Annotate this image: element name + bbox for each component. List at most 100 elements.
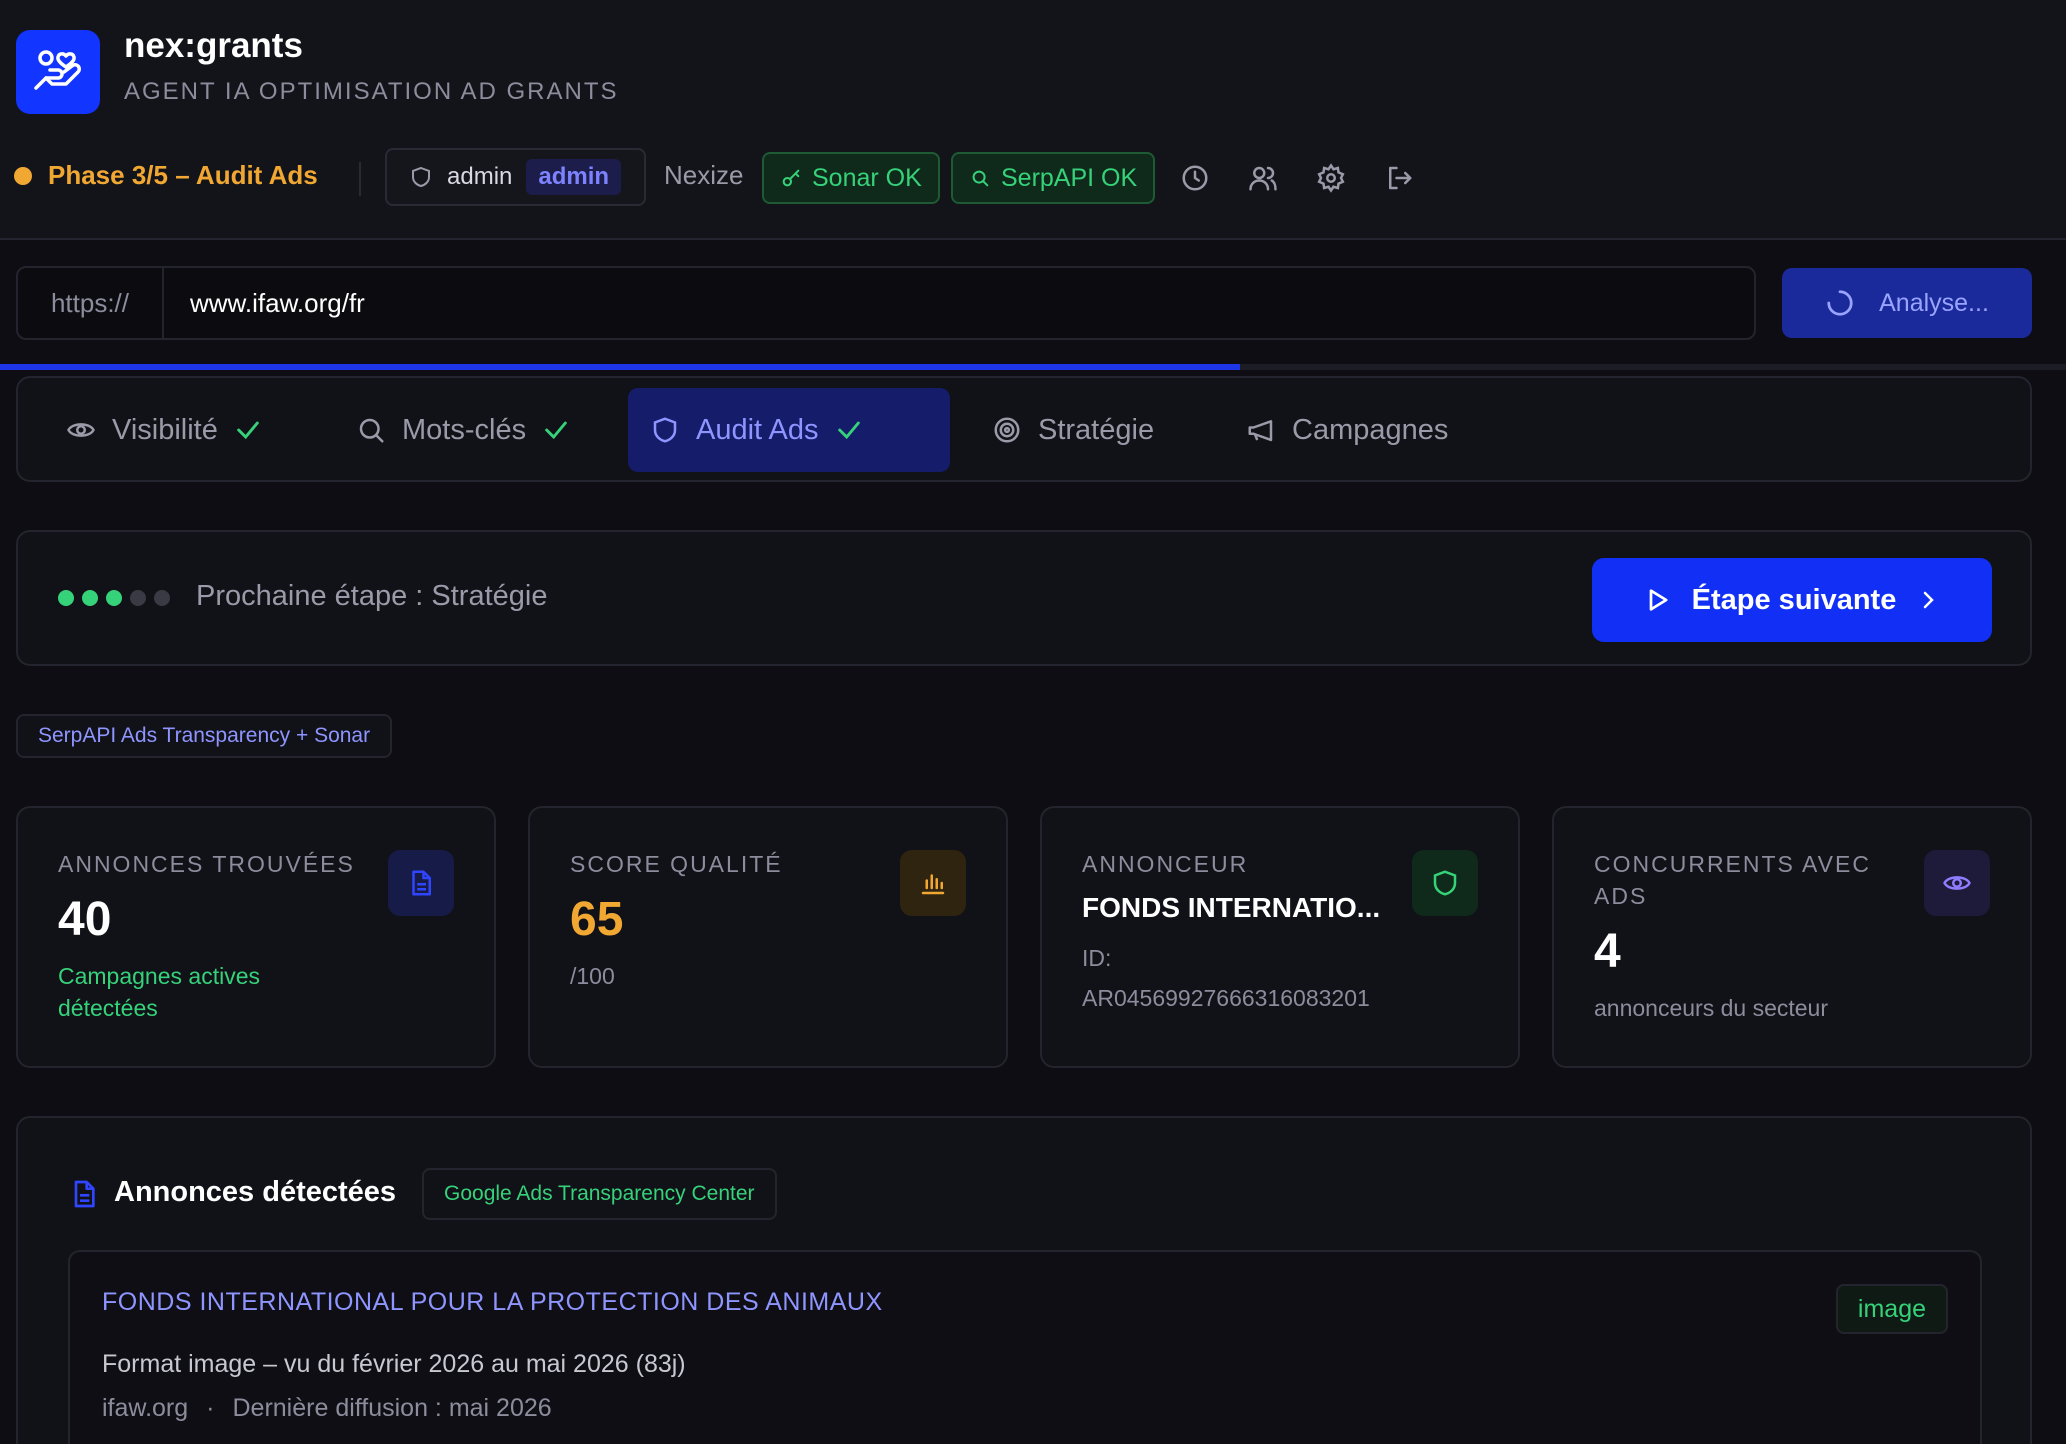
phase-label: Phase 3/5 – Audit Ads	[48, 160, 318, 190]
next-step-card: Prochaine étape : Stratégie Étape suivan…	[16, 530, 2032, 666]
stat-sub: annonceurs du secteur	[1594, 995, 1828, 1021]
eye-icon	[1943, 876, 1971, 890]
settings-button[interactable]	[1311, 158, 1351, 198]
advertiser-id-value: AR04569927666316083201	[1082, 985, 1370, 1011]
next-step-label: Étape suivante	[1691, 583, 1897, 616]
stat-label: SCORE QUALITÉ	[570, 851, 783, 877]
analysis-progress	[0, 364, 2066, 370]
ads-section: Annonces détectées Google Ads Transparen…	[16, 1116, 2032, 1444]
sonar-status-label: Sonar OK	[812, 163, 922, 192]
stat-value: FONDS INTERNATIO...	[1082, 892, 1381, 923]
document-icon	[74, 1180, 95, 1208]
tab-mots-cles[interactable]: Mots-clés	[334, 388, 592, 472]
ad-type-badge: image	[1835, 1284, 1948, 1334]
tab-label: Campagnes	[1292, 413, 1449, 446]
stat-sub-line: Campagnes actives	[58, 963, 260, 989]
tab-label: Mots-clés	[402, 413, 527, 446]
step-dot	[130, 590, 146, 606]
url-prefix: https://	[18, 268, 164, 338]
eye-icon	[67, 423, 95, 437]
shield-icon	[653, 417, 677, 443]
stat-sub-line: détectées	[58, 995, 158, 1021]
key-icon	[782, 169, 800, 187]
tab-strategie[interactable]: Stratégie	[970, 388, 1176, 472]
document-icon	[412, 870, 431, 896]
next-step-button[interactable]: Étape suivante	[1592, 558, 1992, 642]
url-bar: https://	[16, 266, 1756, 340]
stat-card-score: SCORE QUALITÉ 65 /100	[528, 806, 1008, 1068]
tab-audit-ads[interactable]: Audit Ads	[628, 388, 950, 472]
settings-icon	[1317, 163, 1345, 193]
url-input[interactable]	[164, 268, 1754, 338]
history-icon	[1182, 165, 1208, 191]
stat-card-ads: ANNONCES TROUVÉES 40 Campagnes actives d…	[16, 806, 496, 1068]
stat-card-competitors: CONCURRENTS AVEC ADS 4 annonceurs du sec…	[1552, 806, 2032, 1068]
ad-advertiser-name[interactable]: FONDS INTERNATIONAL POUR LA PROTECTION D…	[102, 1288, 883, 1317]
analyse-button[interactable]: Analyse...	[1782, 268, 2032, 338]
app-title: nex:grants	[124, 26, 303, 65]
serpapi-status-label: SerpAPI OK	[1001, 163, 1138, 192]
logout-icon	[1389, 166, 1412, 190]
stat-sub: Campagnes actives détectées	[58, 960, 260, 1024]
app-header: nex:grants AGENT IA OPTIMISATION AD GRAN…	[0, 0, 2066, 240]
target-icon	[994, 417, 1020, 443]
next-step-text: Prochaine étape : Stratégie	[196, 580, 548, 612]
check-icon	[237, 421, 259, 440]
advertiser-id: ID: AR04569927666316083201	[1082, 938, 1370, 1018]
stat-label: CONCURRENTS AVEC ADS	[1594, 848, 1871, 912]
tab-label: Visibilité	[112, 413, 218, 446]
ads-section-title: Annonces détectées	[114, 1176, 397, 1208]
stat-sub: /100	[570, 963, 615, 989]
users-button[interactable]	[1243, 158, 1283, 198]
search-icon	[972, 170, 989, 187]
phase-dot	[14, 166, 32, 185]
step-dot	[106, 590, 122, 606]
tab-visibilite[interactable]: Visibilité	[44, 388, 284, 472]
spinner-icon	[1827, 290, 1853, 316]
stat-label: ANNONCEUR	[1082, 851, 1249, 877]
app-logo	[16, 30, 100, 114]
advertiser-id-label: ID:	[1082, 945, 1112, 971]
play-icon	[1649, 589, 1668, 611]
ad-list-item[interactable]: FONDS INTERNATIONAL POUR LA PROTECTION D…	[68, 1250, 1982, 1444]
step-dot	[154, 590, 170, 606]
megaphone-icon	[1248, 420, 1273, 442]
tab-label: Stratégie	[1038, 413, 1155, 446]
stat-label: ANNONCES TROUVÉES	[58, 851, 355, 877]
stat-icon-box	[1924, 850, 1990, 916]
search-icon	[359, 418, 384, 443]
bar-chart-icon	[921, 874, 945, 895]
shield-icon	[1433, 870, 1457, 896]
analysis-progress-fill	[0, 364, 1240, 370]
ad-format-text: Format image – vu du février 2026 au mai…	[102, 1350, 686, 1378]
ad-last-seen: Dernière diffusion : mai 2026	[232, 1394, 552, 1422]
stat-value: 65	[570, 893, 624, 946]
serpapi-status-badge: SerpAPI OK	[951, 152, 1156, 204]
phase-tabs: Visibilité Mots-clés Audit Ads Stratégie…	[16, 376, 2032, 482]
org-name: Nexize	[664, 160, 744, 190]
stat-label-line: CONCURRENTS AVEC	[1594, 851, 1871, 877]
user-menu[interactable]: admin admin	[385, 148, 646, 206]
step-dot	[82, 590, 98, 606]
app-subtitle: AGENT IA OPTIMISATION AD GRANTS	[124, 78, 619, 105]
ad-domain: ifaw.org	[102, 1394, 189, 1422]
step-dot	[58, 590, 74, 606]
users-icon	[1249, 166, 1277, 191]
user-name: admin	[447, 163, 513, 190]
check-icon	[837, 421, 860, 440]
shield-icon	[412, 166, 430, 188]
meta-separator: ·	[206, 1394, 215, 1422]
tab-campagnes[interactable]: Campagnes	[1224, 388, 1470, 472]
divider	[359, 162, 361, 196]
step-progress-dots	[58, 590, 170, 606]
ads-source-badge: Google Ads Transparency Center	[422, 1168, 777, 1220]
phase-indicator: Phase 3/5 – Audit Ads	[14, 160, 318, 191]
hand-heart-icon	[34, 50, 81, 90]
stat-value: 4	[1594, 925, 1621, 978]
stat-icon-box	[388, 850, 454, 916]
history-button[interactable]	[1175, 158, 1215, 198]
logout-button[interactable]	[1379, 158, 1419, 198]
ad-meta: ifaw.org · Dernière diffusion : mai 2026	[102, 1394, 552, 1423]
source-badge: SerpAPI Ads Transparency + Sonar	[16, 714, 393, 758]
stat-icon-box	[1412, 850, 1478, 916]
